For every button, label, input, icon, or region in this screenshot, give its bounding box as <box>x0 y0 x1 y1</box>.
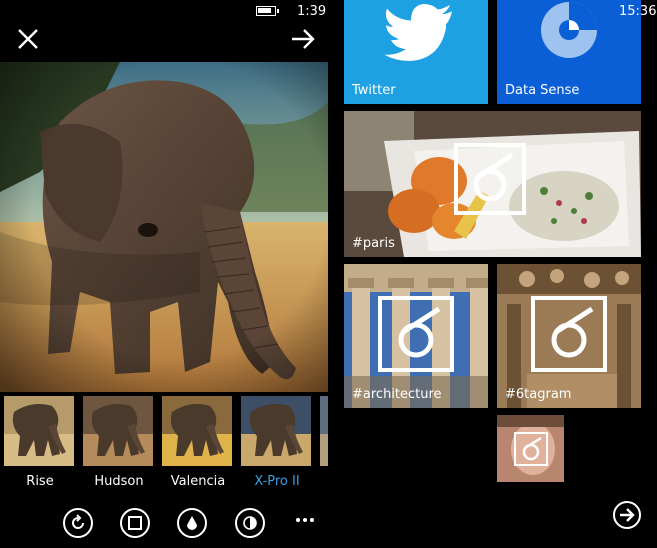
paris-tile[interactable]: #paris <box>344 111 641 257</box>
filter-s[interactable]: S <box>320 396 328 489</box>
data-sense-tile-label: Data Sense <box>505 83 580 98</box>
status-bar: 1:39 <box>0 0 328 24</box>
close-icon[interactable] <box>16 27 40 51</box>
filter-x-pro-ii[interactable]: X-Pro II <box>241 396 313 489</box>
tilt-shift-icon[interactable] <box>177 508 207 538</box>
6tagram-logo-icon <box>376 294 456 374</box>
filter-strip: Rise Hudson Valencia X-Pro II S <box>0 396 328 492</box>
6tagram-tile[interactable]: #6tagram <box>497 264 641 408</box>
status-time: 15:36 <box>619 4 657 19</box>
battery-icon <box>256 6 279 16</box>
twitter-tile[interactable]: Twitter <box>344 0 488 104</box>
data-sense-pie-icon <box>541 2 597 58</box>
architecture-tile-label: #architecture <box>352 387 442 402</box>
rotate-icon[interactable] <box>63 508 93 538</box>
6tagram-logo-icon <box>529 294 609 374</box>
frame-icon[interactable] <box>120 508 150 538</box>
twitter-tile-label: Twitter <box>352 83 396 98</box>
filter-rise[interactable]: Rise <box>4 396 76 489</box>
ellipsis-icon[interactable] <box>295 508 315 522</box>
architecture-tile[interactable]: #architecture <box>344 264 488 408</box>
paris-tile-label: #paris <box>352 236 395 251</box>
6tagram-logo-icon <box>513 431 549 467</box>
circle-arrow-right-icon[interactable] <box>612 500 642 530</box>
edited-photo-elephant <box>0 62 328 392</box>
filter-thumbnail <box>162 396 232 466</box>
filter-thumbnail <box>241 396 311 466</box>
twitter-bird-icon <box>384 4 452 62</box>
small-photo-tile[interactable] <box>497 415 564 482</box>
filter-thumbnail <box>320 396 328 466</box>
arrow-right-icon[interactable] <box>290 26 316 52</box>
filter-label: Valencia <box>170 474 226 489</box>
filter-thumbnail <box>83 396 153 466</box>
6tagram-logo-icon <box>452 141 528 217</box>
start-screen: 15:36 Twitter Data Sense #paris #archite… <box>330 0 657 548</box>
filter-label: S <box>320 474 328 489</box>
filter-label: Hudson <box>94 474 144 489</box>
filter-thumbnail <box>4 396 74 466</box>
filter-label: X-Pro II <box>254 474 300 489</box>
6tagram-tile-label: #6tagram <box>505 387 572 402</box>
lux-icon[interactable] <box>235 508 265 538</box>
filter-valencia[interactable]: Valencia <box>162 396 234 489</box>
photo-editor-screen: 1:39 Rise Hudson Valencia X-Pro II <box>0 0 328 548</box>
filter-label: Rise <box>26 474 54 489</box>
filter-hudson[interactable]: Hudson <box>83 396 155 489</box>
status-time: 1:39 <box>297 4 327 19</box>
